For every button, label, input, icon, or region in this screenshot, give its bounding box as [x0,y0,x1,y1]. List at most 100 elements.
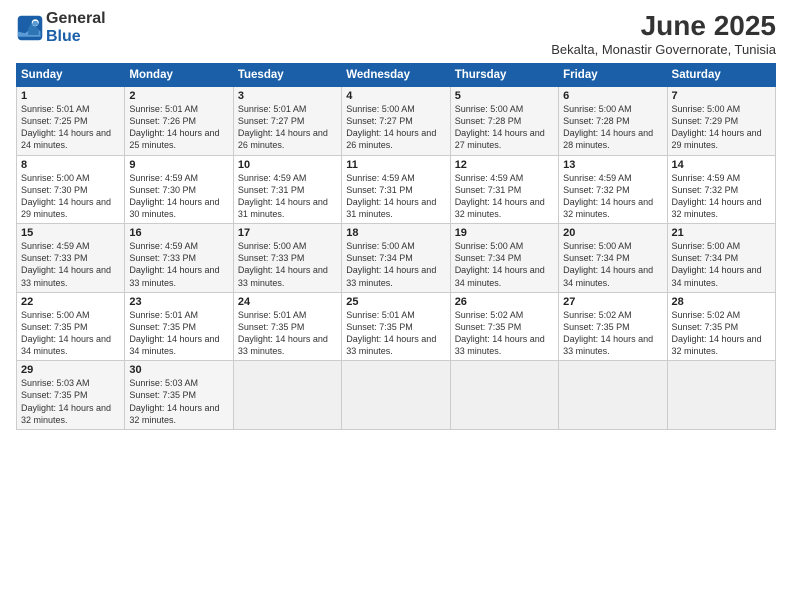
day-info: Sunrise: 5:00 AMSunset: 7:34 PMDaylight:… [455,241,545,287]
day-number: 2 [129,90,228,102]
day-info: Sunrise: 4:59 AMSunset: 7:31 PMDaylight:… [346,173,436,219]
calendar-cell: 7 Sunrise: 5:00 AMSunset: 7:29 PMDaylight… [667,87,775,156]
day-info: Sunrise: 5:00 AMSunset: 7:34 PMDaylight:… [346,241,436,287]
calendar-cell [559,361,667,430]
day-number: 24 [238,296,337,308]
logo: General Blue [16,10,106,45]
logo-blue-text: Blue [46,28,106,46]
calendar-cell: 5 Sunrise: 5:00 AMSunset: 7:28 PMDaylight… [450,87,558,156]
day-number: 3 [238,90,337,102]
day-info: Sunrise: 5:00 AMSunset: 7:30 PMDaylight:… [21,173,111,219]
calendar-cell: 29 Sunrise: 5:03 AMSunset: 7:35 PMDayligh… [17,361,125,430]
day-number: 12 [455,159,554,171]
day-number: 25 [346,296,445,308]
calendar-cell: 27Sunrise: 5:02 AMSunset: 7:35 PMDayligh… [559,292,667,361]
calendar-cell: 23 Sunrise: 5:01 AMSunset: 7:35 PMDayligh… [125,292,233,361]
calendar-week-1: 1Sunrise: 5:01 AMSunset: 7:25 PMDaylight… [17,87,776,156]
day-number: 20 [563,227,662,239]
calendar-cell: 25 Sunrise: 5:01 AMSunset: 7:35 PMDayligh… [342,292,450,361]
day-number: 22 [21,296,120,308]
day-info: Sunrise: 4:59 AMSunset: 7:32 PMDaylight:… [563,173,653,219]
day-info: Sunrise: 5:00 AMSunset: 7:29 PMDaylight:… [672,104,762,150]
calendar-cell [342,361,450,430]
day-info: Sunrise: 4:59 AMSunset: 7:33 PMDaylight:… [129,241,219,287]
day-info: Sunrise: 5:00 AMSunset: 7:34 PMDaylight:… [563,241,653,287]
calendar-cell: 16 Sunrise: 4:59 AMSunset: 7:33 PMDayligh… [125,224,233,293]
day-info: Sunrise: 4:59 AMSunset: 7:30 PMDaylight:… [129,173,219,219]
calendar-cell: 30 Sunrise: 5:03 AMSunset: 7:35 PMDayligh… [125,361,233,430]
calendar-cell: 1Sunrise: 5:01 AMSunset: 7:25 PMDaylight… [17,87,125,156]
calendar-cell [233,361,341,430]
day-number: 30 [129,364,228,376]
day-number: 23 [129,296,228,308]
day-number: 26 [455,296,554,308]
day-number: 10 [238,159,337,171]
calendar-cell: 11Sunrise: 4:59 AMSunset: 7:31 PMDayligh… [342,155,450,224]
day-info: Sunrise: 5:01 AMSunset: 7:27 PMDaylight:… [238,104,328,150]
day-info: Sunrise: 5:01 AMSunset: 7:25 PMDaylight:… [21,104,111,150]
day-number: 15 [21,227,120,239]
calendar-week-4: 22 Sunrise: 5:00 AMSunset: 7:35 PMDayligh… [17,292,776,361]
day-info: Sunrise: 5:00 AMSunset: 7:33 PMDaylight:… [238,241,328,287]
calendar-cell: 26Sunrise: 5:02 AMSunset: 7:35 PMDayligh… [450,292,558,361]
month-title: June 2025 [551,10,776,42]
day-info: Sunrise: 5:02 AMSunset: 7:35 PMDaylight:… [672,310,762,356]
calendar-cell: 18 Sunrise: 5:00 AMSunset: 7:34 PMDayligh… [342,224,450,293]
day-info: Sunrise: 5:03 AMSunset: 7:35 PMDaylight:… [21,378,111,424]
col-header-monday: Monday [125,64,233,87]
calendar-cell: 10 Sunrise: 4:59 AMSunset: 7:31 PMDayligh… [233,155,341,224]
day-number: 7 [672,90,771,102]
day-info: Sunrise: 5:00 AMSunset: 7:35 PMDaylight:… [21,310,111,356]
calendar-cell: 28 Sunrise: 5:02 AMSunset: 7:35 PMDayligh… [667,292,775,361]
day-info: Sunrise: 4:59 AMSunset: 7:33 PMDaylight:… [21,241,111,287]
day-info: Sunrise: 5:00 AMSunset: 7:34 PMDaylight:… [672,241,762,287]
logo-icon [16,14,44,42]
day-number: 28 [672,296,771,308]
day-info: Sunrise: 4:59 AMSunset: 7:32 PMDaylight:… [672,173,762,219]
calendar-cell: 24 Sunrise: 5:01 AMSunset: 7:35 PMDayligh… [233,292,341,361]
col-header-sunday: Sunday [17,64,125,87]
calendar-cell: 20 Sunrise: 5:00 AMSunset: 7:34 PMDayligh… [559,224,667,293]
calendar-cell: 17Sunrise: 5:00 AMSunset: 7:33 PMDayligh… [233,224,341,293]
day-number: 8 [21,159,120,171]
calendar-cell: 21Sunrise: 5:00 AMSunset: 7:34 PMDayligh… [667,224,775,293]
page: General Blue June 2025 Bekalta, Monastir… [0,0,792,612]
logo-text: General Blue [46,10,106,45]
day-info: Sunrise: 5:00 AMSunset: 7:28 PMDaylight:… [563,104,653,150]
calendar-cell: 19 Sunrise: 5:00 AMSunset: 7:34 PMDayligh… [450,224,558,293]
day-number: 29 [21,364,120,376]
calendar-cell: 9 Sunrise: 4:59 AMSunset: 7:30 PMDaylight… [125,155,233,224]
header: General Blue June 2025 Bekalta, Monastir… [16,10,776,57]
day-number: 19 [455,227,554,239]
day-number: 18 [346,227,445,239]
title-block: June 2025 Bekalta, Monastir Governorate,… [551,10,776,57]
calendar-week-2: 8 Sunrise: 5:00 AMSunset: 7:30 PMDaylight… [17,155,776,224]
col-header-thursday: Thursday [450,64,558,87]
day-info: Sunrise: 5:02 AMSunset: 7:35 PMDaylight:… [563,310,653,356]
day-info: Sunrise: 5:01 AMSunset: 7:35 PMDaylight:… [238,310,328,356]
day-number: 9 [129,159,228,171]
day-info: Sunrise: 5:03 AMSunset: 7:35 PMDaylight:… [129,378,219,424]
day-number: 13 [563,159,662,171]
col-header-friday: Friday [559,64,667,87]
day-number: 16 [129,227,228,239]
day-info: Sunrise: 4:59 AMSunset: 7:31 PMDaylight:… [455,173,545,219]
calendar-cell: 15 Sunrise: 4:59 AMSunset: 7:33 PMDayligh… [17,224,125,293]
day-number: 5 [455,90,554,102]
calendar-cell: 14 Sunrise: 4:59 AMSunset: 7:32 PMDayligh… [667,155,775,224]
day-info: Sunrise: 5:01 AMSunset: 7:26 PMDaylight:… [129,104,219,150]
day-info: Sunrise: 5:01 AMSunset: 7:35 PMDaylight:… [346,310,436,356]
calendar-cell: 8 Sunrise: 5:00 AMSunset: 7:30 PMDaylight… [17,155,125,224]
day-info: Sunrise: 5:01 AMSunset: 7:35 PMDaylight:… [129,310,219,356]
day-number: 14 [672,159,771,171]
col-header-tuesday: Tuesday [233,64,341,87]
day-info: Sunrise: 5:00 AMSunset: 7:28 PMDaylight:… [455,104,545,150]
col-header-wednesday: Wednesday [342,64,450,87]
col-header-saturday: Saturday [667,64,775,87]
calendar-cell: 3 Sunrise: 5:01 AMSunset: 7:27 PMDaylight… [233,87,341,156]
calendar-cell: 13 Sunrise: 4:59 AMSunset: 7:32 PMDayligh… [559,155,667,224]
day-info: Sunrise: 4:59 AMSunset: 7:31 PMDaylight:… [238,173,328,219]
location-title: Bekalta, Monastir Governorate, Tunisia [551,42,776,57]
calendar-cell [667,361,775,430]
calendar-header-row: SundayMondayTuesdayWednesdayThursdayFrid… [17,64,776,87]
